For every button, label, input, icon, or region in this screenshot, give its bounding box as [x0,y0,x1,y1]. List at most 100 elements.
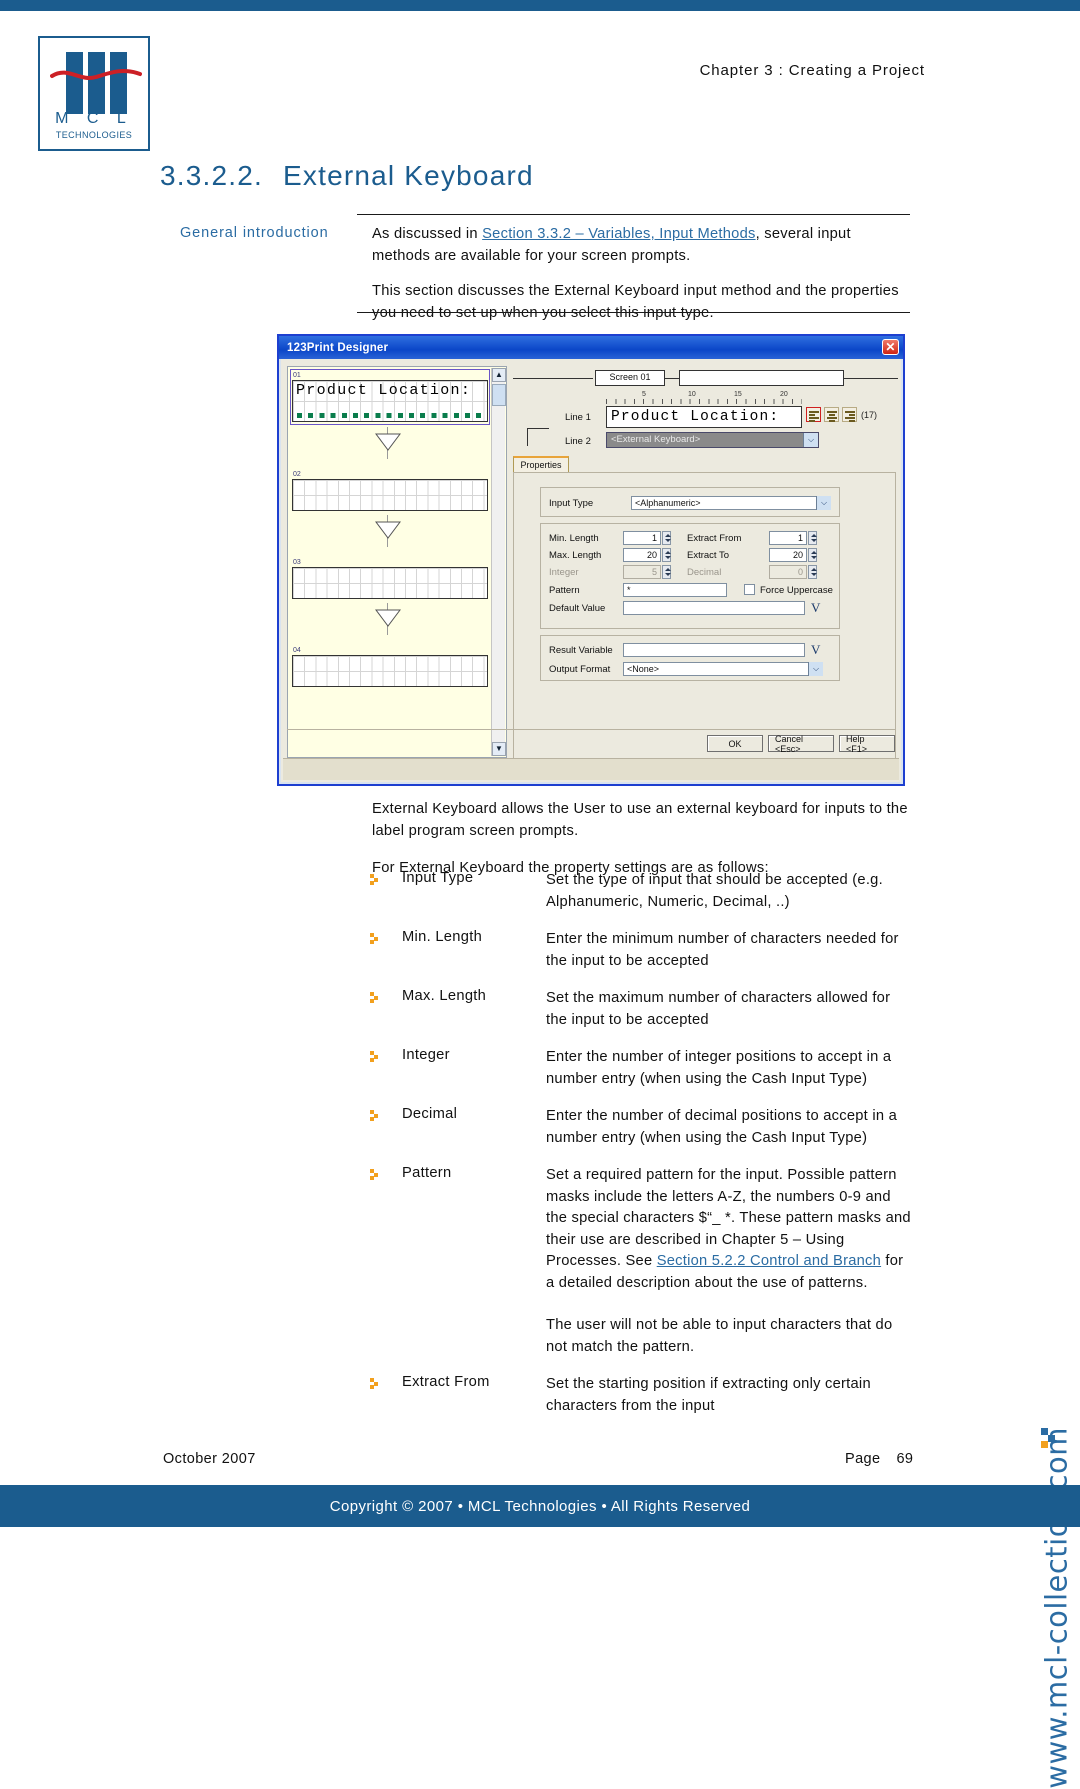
help-button[interactable]: Help <F1> [839,734,895,754]
rule-top [357,214,910,215]
running-head: Chapter 3 : Creating a Project [699,62,925,79]
close-icon[interactable]: ✕ [882,339,899,355]
connector-mid [665,378,679,379]
preview-screen-02[interactable] [292,479,488,511]
max-length-input[interactable]: 20 [623,548,661,562]
dialog-title-bar: 123Print Designer ✕ [279,336,903,359]
flow-arrow-down-icon-1 [375,433,401,451]
align-right-icon[interactable] [842,407,857,422]
extract-from-input[interactable]: 1 [769,531,807,545]
default-value-input[interactable] [623,601,805,615]
pattern-input[interactable]: * [623,583,727,597]
link-section-3-3-2[interactable]: Section 3.3.2 – Variables, Input Methods [482,226,755,242]
setting-term: Extract From [402,1374,490,1390]
footer-date: October 2007 [163,1451,256,1467]
section-title-text: External Keyboard [283,160,534,191]
setting-description: Enter the number of integer positions to… [546,1049,892,1087]
top-banner [0,0,1080,11]
align-center-icon[interactable] [824,407,839,422]
setting-term: Integer [402,1047,450,1063]
setting-description-pattern: Set a required pattern for the input. Po… [546,1165,915,1358]
chevron-down-icon-input-type[interactable]: ⌵ [816,496,831,510]
page-title: 3.3.2.2. External Keyboard [160,160,534,192]
screen-name-field[interactable] [679,370,844,386]
input-type-select[interactable]: <Alphanumeric> [631,496,831,510]
connector-line2-vert [527,428,528,446]
integer-input: 5 [623,565,661,579]
rule-bottom [357,312,910,313]
intro-text: As discussed in Section 3.3.2 – Variable… [372,224,910,338]
scroll-up-icon[interactable]: ▲ [492,368,506,382]
bullet-arrow-icon [370,1051,378,1062]
force-uppercase-checkbox[interactable] [744,584,755,595]
scroll-down-icon[interactable]: ▼ [492,742,506,756]
line1-value: Product Location: [611,409,780,425]
preview-input-dots-01 [297,413,485,418]
footer-page: Page 69 [845,1451,913,1467]
setting-description: Set the maximum number of characters all… [546,990,891,1028]
output-format-select[interactable]: <None> [623,662,823,676]
align-left-icon[interactable] [806,407,821,422]
setting-term: Min. Length [402,929,483,945]
preview-item-number-03: 03 [293,559,301,566]
figure-123print-designer-dialog: 123Print Designer ✕ 01 Product Location:… [277,334,905,786]
flow-arrow-down-icon-2 [375,521,401,539]
ruler-mark-10: 10 [688,391,696,398]
preview-screen-03[interactable] [292,567,488,599]
tab-properties[interactable]: Properties [513,456,569,473]
preview-item-number-01: 01 [293,372,301,379]
flow-arrow-down-icon-3 [375,609,401,627]
list-item: Max. Length Set the maximum number of ch… [370,988,915,1031]
connector-right [844,378,898,379]
footer-page-label: Page [845,1451,881,1467]
preview-grid-03 [293,568,487,598]
setting-term: Pattern [402,1165,452,1181]
watermark-mark-icon [1041,1428,1055,1448]
list-item: Input Type Set the type of input that sh… [370,870,915,913]
output-format-label: Output Format [549,664,611,675]
decimal-input: 0 [769,565,807,579]
line2-select[interactable]: <External Keyboard> ⌵ [606,432,819,448]
group-input-type: Input Type <Alphanumeric> ⌵ [540,487,840,517]
extract-from-stepper[interactable] [808,531,817,545]
extract-to-label: Extract To [687,550,730,561]
copyright-band: Copyright © 2007 • MCL Technologies • Al… [0,1485,1080,1527]
preview-screen-04[interactable] [292,655,488,687]
min-length-stepper[interactable] [662,531,671,545]
chevron-down-icon-output-format[interactable]: ⌵ [808,662,823,676]
list-item: Min. Length Enter the minimum number of … [370,929,915,972]
result-variable-label: Result Variable [549,645,613,656]
variable-picker-icon-result[interactable]: V [811,643,820,656]
screen-tag[interactable]: Screen 01 [595,370,665,386]
scroll-thumb[interactable] [492,384,506,406]
min-length-input[interactable]: 1 [623,531,661,545]
footer-page-number: 69 [896,1451,914,1467]
line1-input[interactable]: Product Location: [606,406,802,428]
screen-preview-pane[interactable]: 01 Product Location: 02 03 04 ▲ ▼ [287,366,507,758]
alignment-button-group[interactable] [806,407,857,422]
section-number: 3.3.2.2. [160,160,264,191]
list-item: Pattern Set a required pattern for the i… [370,1165,915,1358]
cancel-button[interactable]: Cancel <Esc> [768,734,834,754]
dialog-separator [287,729,895,730]
ok-button[interactable]: OK [707,735,763,752]
preview-scrollbar[interactable]: ▲ ▼ [491,368,506,756]
properties-panel: Input Type <Alphanumeric> ⌵ Min. Length … [513,472,896,777]
preview-screen-01[interactable]: Product Location: [292,380,488,422]
chevron-down-icon-line2[interactable]: ⌵ [803,433,818,447]
setting-term: Decimal [402,1106,458,1122]
line1-label: Line 1 [565,412,591,423]
max-length-label: Max. Length [549,550,602,561]
dialog-body: 01 Product Location: 02 03 04 ▲ ▼ Screen… [281,359,901,782]
setting-description: Set the type of input that should be acc… [546,872,883,910]
ruler-mark-5: 5 [642,391,646,398]
default-value-label: Default Value [549,603,606,614]
variable-picker-icon-default-value[interactable]: V [811,601,820,614]
max-length-stepper[interactable] [662,548,671,562]
extract-to-input[interactable]: 20 [769,548,807,562]
extract-to-stepper[interactable] [808,548,817,562]
result-variable-input[interactable] [623,643,805,657]
link-section-5-2-2[interactable]: Section 5.2.2 Control and Branch [657,1253,881,1269]
bullet-arrow-icon [370,1378,378,1389]
